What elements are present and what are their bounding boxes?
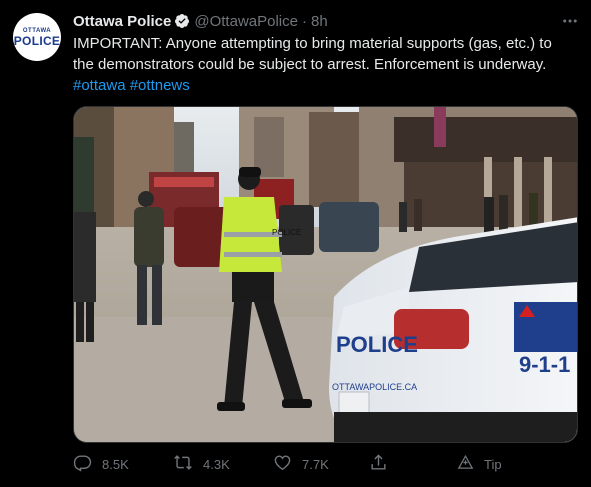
reply-count: 8.5K bbox=[102, 456, 129, 472]
avatar[interactable]: OTTAWA POLICE bbox=[13, 13, 61, 61]
building-right-upper bbox=[394, 117, 577, 162]
tweet-header: Ottawa Police @OttawaPolice · 8h bbox=[73, 11, 328, 31]
tip-button[interactable]: Tip bbox=[457, 453, 502, 475]
reply-icon bbox=[73, 453, 102, 475]
hashtag-ottnews[interactable]: #ottnews bbox=[130, 77, 190, 94]
action-bar: 8.5K 4.3K 7.7K Tip bbox=[73, 453, 583, 475]
avatar-main-text: POLICE bbox=[13, 33, 61, 48]
tweet-text: IMPORTANT: Anyone attempting to bring ma… bbox=[73, 33, 573, 96]
person-bg bbox=[414, 199, 422, 231]
account-name[interactable]: Ottawa Police bbox=[73, 13, 171, 30]
tweet-photo[interactable]: POLICE POLICE 9-1-1 OTTAWAPOLICE.CA bbox=[73, 106, 578, 443]
retweet-count: 4.3K bbox=[203, 456, 230, 472]
car-number: 9-1-1 bbox=[519, 352, 570, 377]
retweet-icon bbox=[173, 453, 203, 475]
tweet-time[interactable]: 8h bbox=[311, 13, 328, 30]
tweet-body: IMPORTANT: Anyone attempting to bring ma… bbox=[73, 35, 552, 73]
share-icon bbox=[369, 453, 398, 475]
reply-button[interactable]: 8.5K bbox=[73, 453, 129, 475]
car-url: OTTAWAPOLICE.CA bbox=[332, 382, 417, 392]
like-button[interactable]: 7.7K bbox=[273, 453, 329, 475]
column bbox=[514, 157, 522, 232]
person-bg bbox=[484, 197, 494, 235]
banner-right bbox=[434, 107, 446, 147]
parked-car-gray bbox=[319, 202, 379, 252]
account-handle[interactable]: @OttawaPolice bbox=[194, 13, 298, 30]
tip-icon bbox=[457, 454, 484, 474]
truck-lights bbox=[154, 177, 214, 187]
more-icon[interactable] bbox=[560, 12, 580, 30]
column bbox=[544, 157, 552, 232]
share-button[interactable] bbox=[369, 453, 398, 475]
hashtag-ottawa[interactable]: #ottawa bbox=[73, 77, 126, 94]
like-count: 7.7K bbox=[302, 456, 329, 472]
person-bg bbox=[399, 202, 407, 232]
vest-text: POLICE bbox=[272, 228, 301, 237]
header-separator: · bbox=[301, 12, 307, 30]
like-icon bbox=[273, 453, 302, 475]
building-center-3 bbox=[309, 112, 359, 207]
verified-icon bbox=[174, 13, 190, 29]
retweet-button[interactable]: 4.3K bbox=[173, 453, 230, 475]
tip-label: Tip bbox=[484, 456, 502, 472]
car-text: POLICE bbox=[336, 332, 418, 357]
